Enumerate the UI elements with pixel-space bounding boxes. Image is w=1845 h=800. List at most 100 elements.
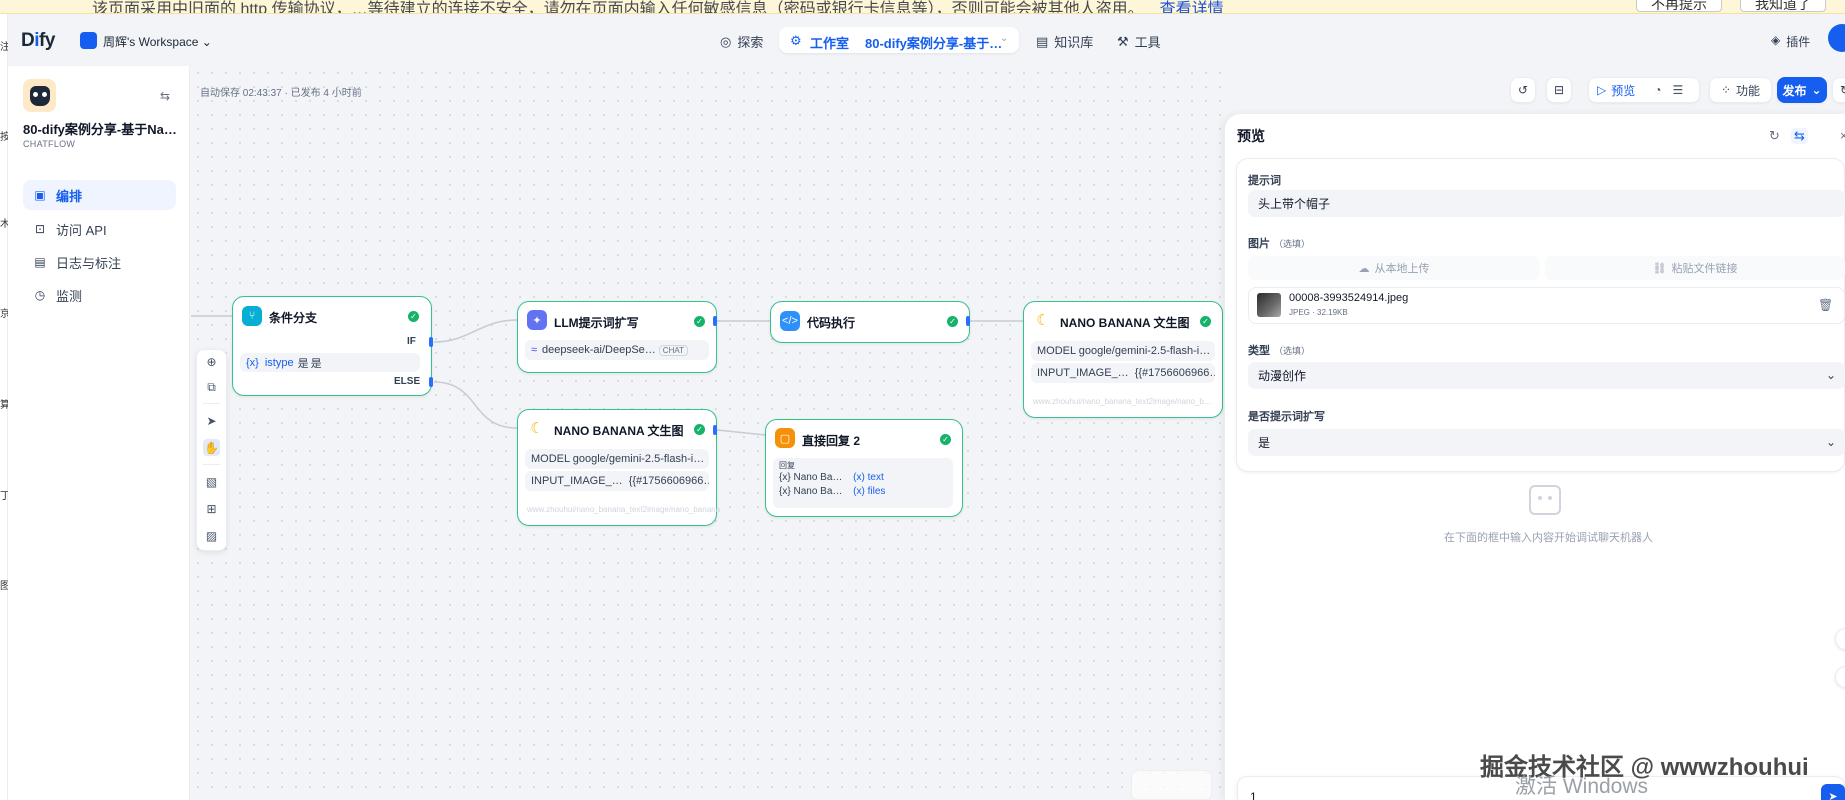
paste-link-button[interactable]: ⛓ 粘贴文件链接 (1545, 256, 1845, 280)
preview-button[interactable]: ▷ 预览 ◔ ☰ (1588, 77, 1700, 103)
monitor-icon: ◷ (34, 288, 46, 302)
nav-knowledge[interactable]: ▤ 知识库 (1036, 32, 1093, 51)
link-icon: ⛓ (1652, 262, 1667, 275)
add-node-icon[interactable]: ⊕ (203, 353, 220, 370)
image-label: 图片 （选填） (1248, 238, 1311, 250)
banner-ok-button[interactable]: 我知道了 (1740, 0, 1826, 12)
nav-tools[interactable]: ⚒ 工具 (1117, 32, 1161, 51)
nav-current-app[interactable]: 80-dify案例分享-基于… (865, 33, 1002, 52)
node-footer: www.zhouhui/nano_banana_text2image/nano_… (1033, 397, 1212, 406)
organize-icon[interactable]: ⊞ (203, 500, 220, 517)
check-icon: ✓ (408, 311, 419, 322)
pointer-icon[interactable]: ➤ (203, 412, 220, 429)
cube-icon: ◈ (1771, 33, 1781, 47)
node-title: 条件分支 (269, 311, 318, 325)
publish-button[interactable]: 发布 ⌄ (1777, 77, 1827, 103)
workspace-switcher[interactable]: 周辉's Workspace ⌄ (103, 33, 212, 50)
send-icon[interactable]: ➤ (1821, 784, 1845, 800)
restore-icon[interactable]: ↻ (1832, 77, 1845, 103)
node-title: LLM提示词扩写 (554, 316, 639, 330)
canvas-minimap[interactable] (1131, 770, 1212, 800)
sidebar-item-orchestrate[interactable]: ▣ 编排 (23, 180, 176, 210)
banner-link[interactable]: 查看详情 (1160, 1, 1224, 13)
model-icon: ≈ (531, 344, 538, 356)
robot-icon: ⚙ (790, 33, 802, 48)
checklist-icon[interactable]: ◔ (1654, 83, 1661, 97)
upload-local-button[interactable]: ☁ 从本地上传 (1248, 256, 1540, 280)
output-port[interactable] (966, 316, 970, 326)
terminal-icon: ⊡ (34, 222, 46, 236)
add-note-icon[interactable]: ⧉ (203, 379, 220, 396)
toolbar-divider (203, 464, 220, 465)
app-title: 80-dify案例分享-基于Na… (23, 122, 177, 137)
dify-logo[interactable]: Dify (21, 30, 55, 52)
plugins-link[interactable]: ◈ 插件 (1771, 33, 1810, 50)
input-image-row: INPUT_IMAGE_… {{#1756606966… (525, 471, 709, 491)
else-port[interactable] (429, 377, 433, 387)
code-icon: </> (780, 311, 800, 331)
app-type: CHATFLOW (23, 139, 76, 149)
output-port[interactable] (713, 425, 717, 435)
trash-icon[interactable]: 🗑 (1818, 298, 1833, 312)
export-image-icon[interactable]: ▧ (203, 473, 220, 490)
chevron-down-icon[interactable]: ⌄ (1826, 368, 1836, 382)
hand-icon[interactable]: ✋ (203, 439, 220, 456)
minimap-icon[interactable]: ▨ (203, 527, 220, 544)
wrench-icon: ⚒ (1117, 33, 1129, 49)
app-sidebar (8, 66, 190, 800)
compass-icon: ◎ (720, 33, 732, 49)
check-icon: ✓ (694, 316, 705, 327)
env-vars-icon[interactable]: ⊟ (1546, 77, 1572, 103)
prompt-input[interactable]: 头上带个帽子 (1248, 190, 1845, 217)
chevron-down-icon: ⌄ (1811, 83, 1822, 97)
check-icon: ✓ (940, 434, 951, 445)
reply-block: 回复 {x} Nano Ba… (x) text {x} Nano Ba… (x… (773, 458, 953, 508)
model-param-row: MODEL google/gemini-2.5-flash-i… (525, 449, 709, 469)
node-llm[interactable] (517, 301, 717, 373)
model-row: ≈ deepseek-ai/DeepSe… CHAT (525, 340, 709, 360)
features-icon: ⁘ (1720, 83, 1732, 97)
sidebar-item-logs[interactable]: ▤ 日志与标注 (23, 247, 176, 277)
nav-studio-label[interactable]: 工作室 (810, 33, 849, 52)
check-icon: ✓ (1200, 316, 1211, 327)
play-icon: ▷ (1597, 83, 1607, 97)
refresh-icon[interactable]: ↻ (1769, 128, 1780, 144)
history-icon[interactable]: ↺ (1510, 77, 1536, 103)
node-footer: www.zhouhui/nano_banana_text2image/nano_… (527, 505, 721, 514)
panel-title: 预览 (1237, 128, 1265, 144)
chatbot-icon (1529, 485, 1561, 515)
input-image-row: INPUT_IMAGE_… {{#1756606966… (1031, 363, 1215, 383)
cloud-upload-icon: ☁ (1358, 262, 1370, 275)
windows-activation-text: 激活 Windows (1515, 775, 1649, 798)
list-icon[interactable]: ☰ (1673, 83, 1684, 97)
expand-select[interactable]: 是 (1248, 429, 1845, 456)
chevron-down-icon[interactable]: ⌄ (1826, 435, 1836, 449)
else-port-label: ELSE (394, 376, 421, 387)
file-meta: JPEG · 32.19KB (1289, 308, 1348, 317)
node-title: 代码执行 (807, 316, 856, 330)
sidebar-collapse-icon[interactable]: ⇆ (160, 89, 170, 103)
if-port[interactable] (429, 337, 433, 347)
chevron-down-icon[interactable]: ⌄ (1000, 33, 1008, 44)
node-code[interactable] (770, 301, 970, 343)
sidebar-item-api[interactable]: ⊡ 访问 API (23, 214, 176, 244)
toolbar-divider (203, 403, 220, 404)
banner-text: 该页面采用中旧面的 http 传输协议，…等待建立的连接不安全，请勿在页面内输入… (92, 0, 1224, 13)
node-title: 直接回复 2 (802, 434, 861, 448)
file-name: 00008-3993524914.jpeg (1289, 292, 1409, 304)
autosave-status: 自动保存 02:43:37 · 已发布 4 小时前 (200, 88, 362, 99)
output-port[interactable] (713, 316, 717, 326)
nav-explore[interactable]: ◎ 探索 (720, 32, 763, 51)
close-icon[interactable]: × (1840, 128, 1845, 143)
prompt-label: 提示词 (1248, 175, 1281, 187)
chat-input-value: 1 (1250, 790, 1257, 800)
sidebar-item-monitor[interactable]: ◷ 监测 (23, 280, 176, 310)
security-banner: 该页面采用中旧面的 http 传输协议，…等待建立的连接不安全，请勿在页面内输入… (0, 0, 1845, 14)
condition-row: {x} istype 是是 (240, 353, 420, 372)
type-label: 类型 （选填） (1248, 345, 1311, 357)
type-select[interactable]: 动漫创作 (1248, 362, 1845, 389)
input-settings-icon[interactable]: ⇆ (1791, 128, 1808, 144)
layout-icon: ▣ (34, 188, 46, 202)
features-button[interactable]: ⁘ 功能 (1709, 77, 1772, 103)
banner-dismiss-button[interactable]: 不再提示 (1636, 0, 1722, 12)
